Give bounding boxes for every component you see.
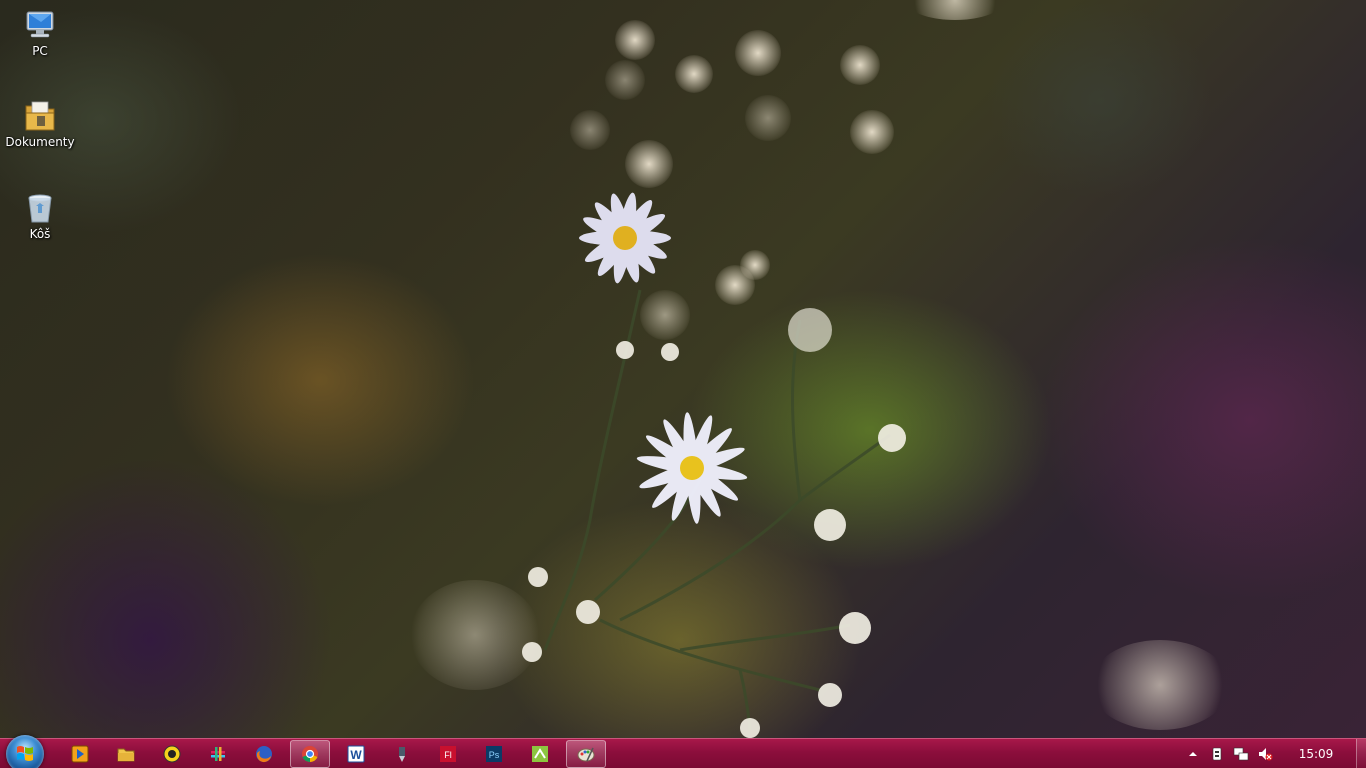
taskbar-file-explorer-button[interactable]: [106, 740, 146, 768]
desktop-icon-pc[interactable]: PC: [1, 8, 79, 58]
photoshop-icon: Ps: [486, 746, 502, 762]
desktop[interactable]: PC Dokumenty Kôš W Fl Ps 15:09: [0, 0, 1366, 768]
computer-icon: [26, 11, 54, 38]
paint-icon: [577, 747, 595, 762]
slack-icon: [211, 747, 225, 761]
start-button[interactable]: [6, 735, 44, 768]
svg-text:Ps: Ps: [489, 750, 500, 760]
desktop-icon-label: PC: [32, 44, 48, 58]
flash-icon: Fl: [440, 746, 456, 762]
show-hidden-icons-arrow: [1189, 752, 1197, 756]
svg-text:Fl: Fl: [444, 750, 452, 760]
windows-logo-icon: [17, 746, 33, 761]
volume-muted-icon: [1259, 748, 1273, 761]
taskbar-yellow-avatar-button[interactable]: [152, 740, 192, 768]
taskbar-photoshop-button[interactable]: Ps: [474, 740, 514, 768]
desktop-icon-kos[interactable]: Kôš: [1, 191, 79, 241]
taskbar-flash-button[interactable]: Fl: [428, 740, 468, 768]
taskbar-clock[interactable]: 15:09: [1296, 747, 1336, 761]
tray-network-button[interactable]: [1233, 746, 1249, 762]
chrome-icon: [302, 746, 318, 763]
firefox-icon: [256, 746, 272, 763]
taskbar-word-button[interactable]: W: [336, 740, 376, 768]
pen-tool-icon: [399, 747, 405, 762]
taskbar-media-player-button[interactable]: [60, 740, 100, 768]
taskbar-pen-tool-button[interactable]: [382, 740, 422, 768]
taskbar-chrome-button[interactable]: [290, 740, 330, 768]
show-hidden-icons-button[interactable]: [1185, 746, 1201, 762]
file-explorer-icon: [117, 748, 135, 762]
show-desktop-button[interactable]: [1356, 739, 1366, 768]
network-icon: [1233, 747, 1249, 761]
usb-device-icon: [1212, 747, 1222, 761]
taskbar-firefox-button[interactable]: [244, 740, 284, 768]
green-app-icon: [532, 746, 548, 762]
documents-folder-icon: [25, 101, 55, 131]
desktop-icon-label: Dokumenty: [5, 135, 75, 149]
tray-volume-button[interactable]: [1257, 746, 1273, 762]
taskbar-green-app-button[interactable]: [520, 740, 560, 768]
recycle-bin-icon: [28, 194, 52, 223]
svg-text:W: W: [350, 748, 362, 762]
tray-usb-button[interactable]: [1209, 746, 1225, 762]
desktop-icon-label: Kôš: [29, 227, 51, 241]
taskbar-paint-button[interactable]: [566, 740, 606, 768]
yellow-avatar-icon: [163, 745, 181, 763]
taskbar-slack-button[interactable]: [198, 740, 238, 768]
media-player-icon: [71, 745, 89, 763]
taskbar: W Fl Ps 15:09: [0, 735, 1366, 768]
word-icon: W: [347, 745, 365, 763]
desktop-icon-dokumenty[interactable]: Dokumenty: [1, 99, 79, 149]
